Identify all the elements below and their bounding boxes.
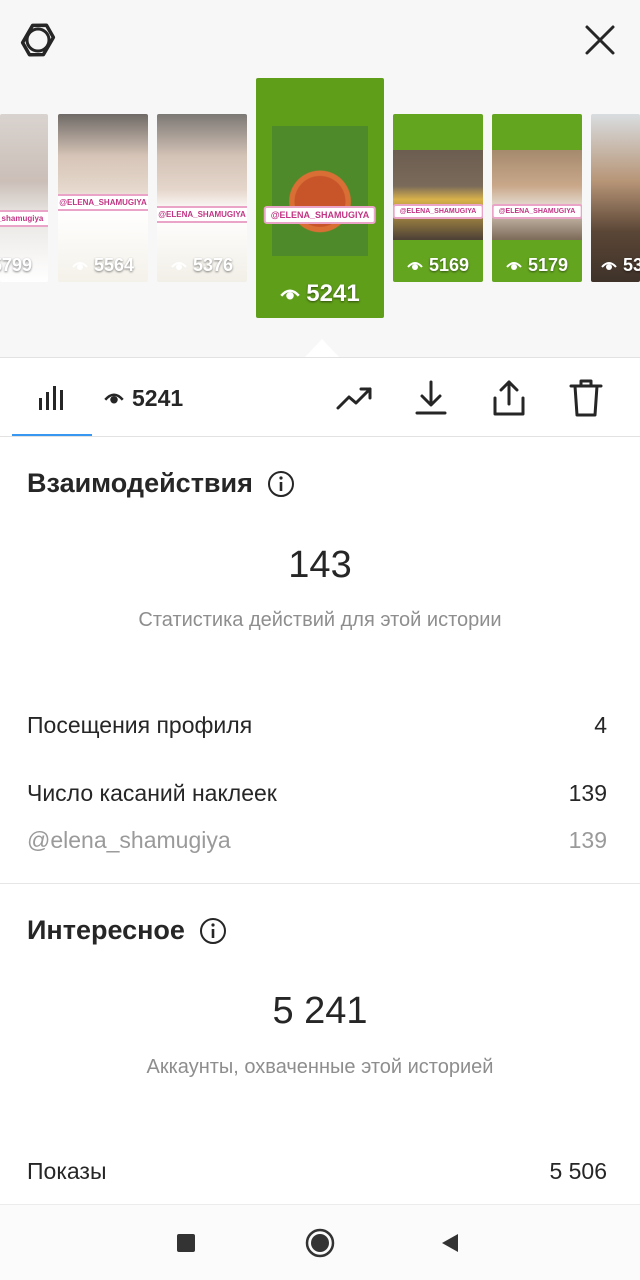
- story-thumbnail-selected[interactable]: @ELENA_SHAMUGIYA 5241: [256, 78, 384, 318]
- trash-icon: [569, 379, 603, 417]
- reach-total: 5 241: [272, 990, 368, 1032]
- download-button[interactable]: [408, 375, 454, 421]
- system-navigation-bar: [0, 1204, 640, 1280]
- home-button[interactable]: [300, 1223, 340, 1263]
- story-view-count: 5564: [58, 255, 148, 276]
- view-count-text: 5376: [192, 255, 234, 275]
- story-sticker-tag: elena_shamugiya: [0, 210, 48, 227]
- recent-apps-button[interactable]: [166, 1223, 206, 1263]
- view-count-text: 5169: [428, 255, 470, 275]
- square-icon: [177, 1234, 195, 1252]
- view-count-text: 53: [623, 255, 640, 275]
- interactions-total: 143: [288, 544, 352, 586]
- row-value: 4: [594, 712, 607, 738]
- story-thumbnail[interactable]: @ELENA_SHAMUGIYA 5179: [492, 114, 582, 282]
- sticker-taps-row: Число касаний наклеек 139: [27, 780, 607, 807]
- back-button[interactable]: [430, 1223, 470, 1263]
- row-label: Показы: [27, 1158, 107, 1184]
- tab-insights[interactable]: [12, 358, 92, 436]
- story-sticker-tag: @ELENA_SHAMUGIYA: [263, 206, 377, 224]
- delete-button[interactable]: [563, 375, 609, 421]
- interactions-caption: Статистика действий для этой истории: [138, 609, 502, 631]
- view-count-text: 5799: [0, 255, 33, 275]
- view-count-text: 5564: [93, 255, 135, 275]
- story-thumbnail[interactable]: 53: [591, 114, 640, 282]
- share-icon: [493, 380, 525, 416]
- share-button[interactable]: [486, 375, 532, 421]
- interactions-section-title: Взаимодействия: [27, 468, 295, 499]
- back-triangle-icon: [442, 1234, 458, 1252]
- story-thumbnail[interactable]: @ELENA_SHAMUGIYA 5376: [157, 114, 247, 282]
- eye-icon: [407, 261, 423, 270]
- info-icon[interactable]: [199, 917, 227, 945]
- story-view-count: 5376: [157, 255, 247, 276]
- insights-toolbar: 5241: [0, 357, 640, 437]
- trending-up-icon: [336, 387, 372, 410]
- row-value: 139: [568, 827, 607, 853]
- viewers-count-text: 5241: [132, 384, 184, 411]
- row-label: Число касаний наклеек: [27, 780, 277, 806]
- story-sticker-tag: @ELENA_SHAMUGIYA: [492, 204, 582, 219]
- story-sticker-tag: @ELENA_SHAMUGIYA: [393, 204, 483, 219]
- story-viewer: elena_shamugiya 5799 @ELENA_SHAMUGIYA 55…: [0, 0, 640, 357]
- discovery-section-title: Интересное: [27, 915, 227, 946]
- story-view-count: 53: [601, 255, 640, 276]
- interactions-title-text: Взаимодействия: [27, 468, 253, 498]
- mention-sticker-row[interactable]: @elena_shamugiya 139: [27, 827, 607, 854]
- row-value: 139: [568, 780, 607, 806]
- download-icon: [415, 380, 447, 415]
- circle-icon: [305, 1228, 335, 1258]
- bar-chart-icon: [39, 386, 63, 410]
- eye-icon: [506, 261, 522, 270]
- promote-button[interactable]: [331, 375, 377, 421]
- row-value: 5 506: [549, 1158, 607, 1184]
- story-sticker-tag: @ELENA_SHAMUGIYA: [58, 194, 148, 211]
- eye-icon: [171, 261, 187, 270]
- story-thumbnail[interactable]: @ELENA_SHAMUGIYA 5564: [58, 114, 148, 282]
- info-icon[interactable]: [267, 470, 295, 498]
- story-view-count: 5799: [0, 255, 48, 276]
- view-count-text: 5179: [527, 255, 569, 275]
- close-icon[interactable]: [576, 16, 624, 64]
- discovery-title-text: Интересное: [27, 915, 185, 945]
- story-sticker-tag: @ELENA_SHAMUGIYA: [157, 206, 247, 223]
- eye-icon: [72, 261, 88, 270]
- view-count-text: 5241: [306, 280, 360, 307]
- story-thumbnail[interactable]: @ELENA_SHAMUGIYA 5169: [393, 114, 483, 282]
- eye-icon: [104, 393, 124, 403]
- row-label: @elena_shamugiya: [27, 827, 231, 853]
- impressions-row: Показы 5 506: [27, 1158, 607, 1185]
- story-thumbnail-strip[interactable]: elena_shamugiya 5799 @ELENA_SHAMUGIYA 55…: [0, 78, 640, 320]
- reach-caption: Аккаунты, охваченные этой историей: [146, 1056, 494, 1078]
- settings-gear-icon[interactable]: [14, 16, 62, 64]
- story-view-count: 5241: [256, 280, 384, 308]
- row-label: Посещения профиля: [27, 712, 253, 738]
- viewers-count[interactable]: 5241: [104, 382, 183, 414]
- story-view-count: 5169: [393, 255, 483, 276]
- eye-icon: [601, 261, 617, 270]
- active-tab-indicator: [12, 434, 92, 436]
- story-thumbnail[interactable]: elena_shamugiya 5799: [0, 114, 48, 282]
- story-view-count: 5179: [492, 255, 582, 276]
- selection-pointer: [305, 339, 339, 357]
- eye-icon: [280, 289, 300, 299]
- section-divider: [0, 883, 640, 884]
- profile-visits-row: Посещения профиля 4: [27, 712, 607, 739]
